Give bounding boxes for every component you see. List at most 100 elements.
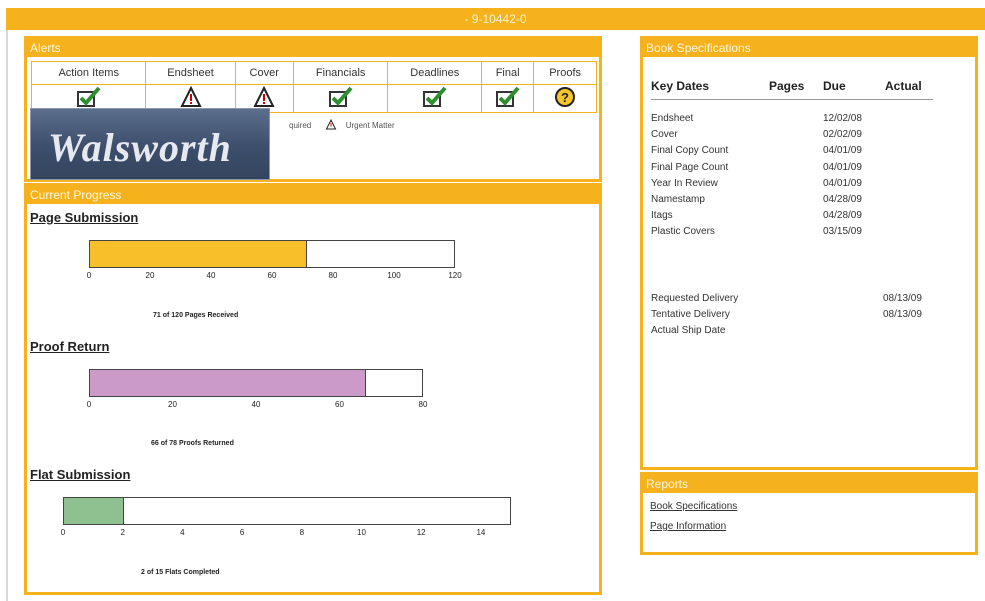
alert-col-cover[interactable]: Cover: [234, 61, 294, 85]
delivery-key: Requested Delivery: [651, 293, 739, 304]
report-link-book-specifications[interactable]: Book Specifications: [650, 501, 737, 512]
delivery-actual: 08/13/09: [883, 309, 922, 321]
flat-submission-caption: 2 of 15 Flats Completed: [141, 569, 220, 576]
spec-due: 04/01/09: [823, 177, 862, 189]
delivery-row: Actual Ship Date: [651, 323, 941, 339]
specs-header-rule: [651, 99, 933, 100]
check-icon: [328, 86, 353, 107]
book-specs-header: Book Specifications: [643, 39, 975, 57]
proof-return-title: Proof Return: [30, 339, 110, 354]
spec-key: Year In Review: [651, 177, 718, 189]
reports-panel: Reports Book Specifications Page Informa…: [640, 472, 978, 555]
top-bar: - 9-10442-0: [6, 8, 985, 30]
alert-col-proofs[interactable]: Proofs: [533, 61, 597, 85]
col-due: Due: [823, 79, 846, 93]
check-icon: [422, 86, 447, 107]
spec-key: Namestamp: [651, 194, 705, 205]
page-submission-caption: 71 of 120 Pages Received: [153, 312, 239, 319]
progress-bar-track: [89, 240, 455, 268]
progress-bar-fill: [64, 498, 124, 524]
spec-key: Plastic Covers: [651, 226, 715, 238]
spec-due: 03/15/09: [823, 226, 862, 238]
legend-urgent-label: Urgent Matter: [345, 121, 395, 130]
axis-tick-label: 6: [239, 528, 245, 537]
axis-tick-label: 8: [299, 528, 305, 537]
axis-tick-label: 100: [387, 271, 401, 280]
check-icon: [76, 86, 101, 107]
progress-bar-fill: [90, 370, 366, 396]
progress-header: Current Progress: [27, 186, 599, 204]
axis-tick-label: 4: [180, 528, 185, 537]
alerts-table: Action Items Endsheet Cover Financials D…: [30, 61, 597, 113]
spec-due: 12/02/08: [823, 113, 862, 124]
axis-tick-label: 80: [418, 400, 428, 409]
spec-due: 02/02/09: [823, 129, 862, 141]
spec-row: Cover 02/02/09: [651, 127, 941, 143]
delivery-key: Tentative Delivery: [651, 309, 730, 321]
check-icon: [495, 86, 520, 107]
axis-tick-label: 12: [416, 528, 426, 537]
account-number: - 9-10442-0: [464, 12, 527, 26]
axis-tick-label: 14: [476, 528, 486, 537]
axis-tick-label: 80: [328, 271, 338, 280]
warning-icon: [326, 118, 337, 130]
page-left-border: [6, 30, 8, 601]
svg-text:?: ?: [561, 90, 569, 105]
axis-tick-label: 2: [120, 528, 125, 537]
axis-tick-label: 40: [206, 271, 216, 280]
axis-tick-label: 10: [357, 528, 366, 537]
progress-bar-track: [89, 369, 423, 397]
progress-bar-fill: [90, 241, 307, 267]
spec-key: Endsheet: [651, 113, 694, 124]
alert-status-deadlines[interactable]: [387, 84, 483, 113]
axis-tick-label: 20: [145, 271, 155, 280]
question-icon: ?: [555, 87, 576, 107]
delivery-key: Actual Ship Date: [651, 325, 726, 337]
spec-key: Itags: [651, 210, 673, 222]
axis-tick-label: 60: [267, 271, 277, 280]
spec-key: Final Page Count: [651, 161, 729, 173]
spec-key: Final Copy Count: [651, 145, 729, 157]
alert-status-proofs[interactable]: ?: [533, 84, 597, 113]
col-pages: Pages: [769, 79, 805, 93]
alert-col-financials[interactable]: Financials: [292, 61, 389, 85]
spec-row: Itags 04/28/09: [651, 208, 941, 224]
axis-tick-label: 60: [335, 400, 344, 409]
spec-due: 04/28/09: [823, 210, 862, 222]
delivery-actual: 08/13/09: [883, 293, 922, 304]
spec-due: 04/01/09: [823, 145, 862, 157]
axis-tick-label: 120: [448, 271, 462, 280]
progress-bar-track: [63, 497, 511, 525]
book-specs-panel: Book Specifications Key Dates Pages Due …: [640, 36, 978, 470]
spec-row: Year In Review 04/01/09: [651, 176, 941, 192]
alert-col-deadlines[interactable]: Deadlines: [387, 61, 483, 85]
axis-tick-label: 0: [86, 271, 92, 280]
page-submission-title: Page Submission: [30, 210, 139, 225]
flat-submission-title: Flat Submission: [30, 467, 131, 482]
col-key-dates: Key Dates: [651, 79, 710, 93]
axis-tick-label: 40: [251, 400, 261, 409]
spec-row: Namestamp 04/28/09: [651, 192, 941, 208]
spec-due: 04/01/09: [823, 161, 862, 173]
warning-icon: [253, 85, 275, 107]
alert-col-action-items[interactable]: Action Items: [30, 61, 147, 85]
logo-text: Walsworth: [48, 125, 232, 170]
alerts-legend: quired Urgent Matter: [289, 117, 395, 130]
progress-panel: Current Progress Page Submission 0 20 40 60…: [24, 183, 602, 595]
alert-status-final[interactable]: [481, 84, 535, 113]
warning-icon: [179, 85, 202, 107]
alert-status-financials[interactable]: [292, 84, 389, 113]
spec-row: Plastic Covers 03/15/09: [651, 224, 941, 240]
delivery-row: Tentative Delivery 08/13/09: [651, 307, 941, 323]
spec-key: Cover: [651, 129, 678, 141]
spec-row: Endsheet 12/02/08: [651, 111, 941, 127]
report-link-page-information[interactable]: Page Information: [650, 521, 726, 532]
alert-col-endsheet[interactable]: Endsheet: [145, 61, 236, 85]
axis-tick-label: 0: [60, 528, 66, 537]
spec-row: Final Copy Count 04/01/09: [651, 143, 941, 159]
walsworth-logo: Walsworth: [30, 108, 270, 180]
alert-col-final[interactable]: Final: [481, 61, 535, 85]
col-actual: Actual: [885, 79, 922, 93]
axis-tick-label: 0: [86, 400, 92, 409]
proof-return-caption: 66 of 78 Proofs Returned: [151, 440, 234, 447]
